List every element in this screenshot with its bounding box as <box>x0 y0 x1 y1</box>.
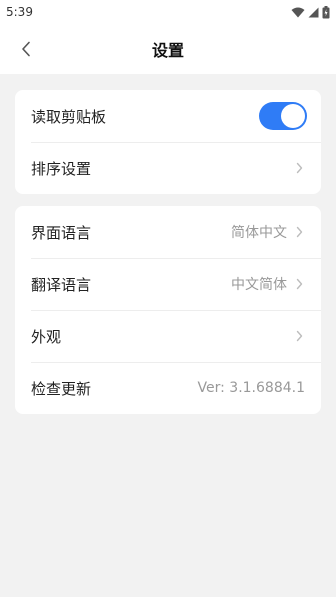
setting-row-check-update[interactable]: 检查更新 Ver: 3.1.6884.1 <box>15 362 321 414</box>
setting-row-translate-language[interactable]: 翻译语言 中文简体 <box>15 258 321 310</box>
setting-label: 排序设置 <box>31 159 92 178</box>
chevron-right-icon <box>293 225 305 239</box>
setting-label: 界面语言 <box>31 223 92 242</box>
chevron-right-icon <box>293 277 305 291</box>
back-button[interactable] <box>14 37 38 61</box>
setting-value: 简体中文 <box>231 225 287 241</box>
wifi-icon <box>291 7 305 17</box>
chevron-left-icon <box>22 41 30 57</box>
setting-label: 外观 <box>31 327 62 346</box>
setting-label: 检查更新 <box>31 379 92 398</box>
chevron-right-icon <box>293 161 305 175</box>
header: 设置 <box>0 24 336 74</box>
setting-row-sort[interactable]: 排序设置 <box>15 142 321 194</box>
settings-card-app: 界面语言 简体中文 翻译语言 中文简体 外观 检查更新 Ver: 3.1.688… <box>15 206 321 414</box>
setting-label: 翻译语言 <box>31 275 92 294</box>
setting-row-appearance[interactable]: 外观 <box>15 310 321 362</box>
version-value: Ver: 3.1.6884.1 <box>197 380 305 396</box>
signal-icon <box>308 7 319 17</box>
status-bar: 5:39 <box>0 0 336 24</box>
clipboard-toggle[interactable] <box>259 102 307 130</box>
setting-value: 中文简体 <box>231 277 287 293</box>
setting-label: 读取剪贴板 <box>31 107 107 126</box>
status-icons <box>291 5 330 19</box>
setting-row-clipboard[interactable]: 读取剪贴板 <box>15 90 321 142</box>
bottom-edge <box>0 591 336 597</box>
status-time: 5:39 <box>6 5 33 19</box>
page-title: 设置 <box>151 41 184 60</box>
battery-icon <box>322 5 330 18</box>
setting-row-ui-language[interactable]: 界面语言 简体中文 <box>15 206 321 258</box>
chevron-right-icon <box>293 329 305 343</box>
settings-card-general: 读取剪贴板 排序设置 <box>15 90 321 194</box>
toggle-knob <box>281 104 305 128</box>
